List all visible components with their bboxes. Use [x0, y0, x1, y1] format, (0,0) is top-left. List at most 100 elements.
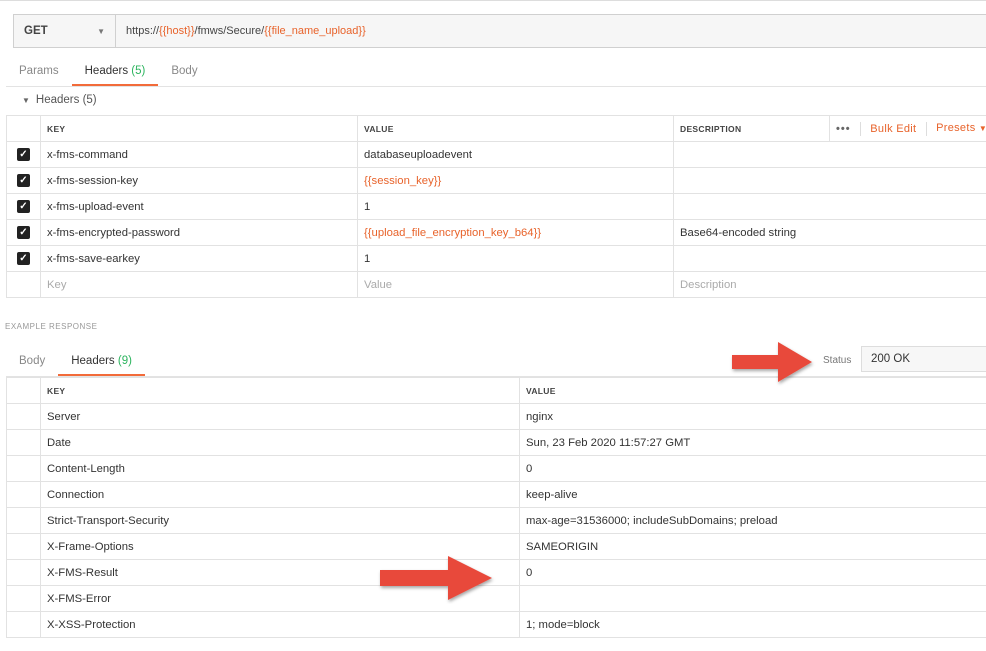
description-column-header: DESCRIPTION [673, 115, 830, 142]
chevron-down-icon: ▼ [97, 26, 105, 36]
url-input[interactable]: https://{{host}}/fmws/Secure/{{file_name… [116, 25, 366, 37]
response-tabs: Body Headers (9) [6, 346, 145, 376]
header-description-cell[interactable] [673, 245, 986, 272]
presets-label: Presets [936, 122, 976, 135]
response-header-value-cell: 0 [519, 455, 986, 482]
tab-count-badge: (9) [117, 355, 132, 367]
divider [925, 121, 927, 136]
response-header-key-cell: X-XSS-Protection [40, 611, 520, 638]
row-checkbox-cell[interactable]: ✓ [6, 193, 41, 220]
tab-params[interactable]: Params [6, 56, 72, 86]
checkbox-checked[interactable]: ✓ [17, 200, 30, 213]
tab-label: Body [19, 355, 46, 367]
table-row: Connection keep-alive [6, 481, 986, 508]
table-row: ✓ x-fms-save-earkey 1 [6, 245, 986, 272]
new-description-input[interactable]: Description [673, 271, 986, 298]
new-key-input[interactable]: Key [40, 271, 358, 298]
method-select[interactable]: GET ▼ [14, 15, 116, 47]
row-spacer-cell [6, 507, 41, 534]
headers-section-toggle[interactable]: ▼ Headers (5) [22, 94, 97, 106]
checkbox-column-header [6, 115, 41, 142]
response-header-value-cell: nginx [519, 403, 986, 430]
tab-headers[interactable]: Headers (5) [71, 56, 159, 86]
status-input[interactable]: 200 OK [861, 346, 986, 372]
row-spacer-cell [6, 611, 41, 638]
bulk-edit-button[interactable]: Bulk Edit [870, 122, 916, 134]
response-header-key-cell: Connection [40, 481, 520, 508]
header-description-cell[interactable] [673, 141, 986, 168]
annotation-arrow-result [380, 556, 492, 600]
row-checkbox-cell[interactable]: ✓ [6, 245, 41, 272]
response-header-key-cell: Date [40, 429, 520, 456]
response-header-value-cell: SAMEORIGIN [519, 533, 986, 560]
table-row: Strict-Transport-Security max-age=3153600… [6, 507, 986, 534]
response-header-key-cell: Strict-Transport-Security [40, 507, 520, 534]
response-header-value-cell: max-age=31536000; includeSubDomains; pre… [519, 507, 986, 534]
header-key-cell[interactable]: x-fms-encrypted-password [40, 219, 358, 246]
tab-label: Params [19, 65, 59, 77]
tab-headers[interactable]: Headers (9) [58, 346, 145, 376]
row-checkbox-cell[interactable]: ✓ [6, 167, 41, 194]
tab-label: Headers [71, 355, 115, 367]
request-tabs: Params Headers (5) Body [6, 56, 211, 86]
row-spacer-cell [6, 481, 41, 508]
header-key-cell[interactable]: x-fms-session-key [40, 167, 358, 194]
response-header-value-cell [519, 585, 986, 612]
request-url-bar: GET ▼ https://{{host}}/fmws/Secure/{{fil… [13, 14, 986, 48]
response-header-value-cell: Sun, 23 Feb 2020 11:57:27 GMT [519, 429, 986, 456]
presets-button[interactable]: Presets ▼ [936, 122, 986, 134]
checkbox-checked[interactable]: ✓ [17, 174, 30, 187]
header-description-cell[interactable]: Base64-encoded string [673, 219, 986, 246]
header-value-cell[interactable]: 1 [357, 245, 674, 272]
table-row: Content-Length 0 [6, 455, 986, 482]
new-header-row: Key Value Description [6, 271, 986, 298]
table-row: Date Sun, 23 Feb 2020 11:57:27 GMT [6, 429, 986, 456]
table-row: Server nginx [6, 403, 986, 430]
request-headers-table: KEY VALUE DESCRIPTION ••• Bulk Edit Pres… [6, 115, 986, 298]
header-value-cell[interactable]: 1 [357, 193, 674, 220]
table-row: X-XSS-Protection 1; mode=block [6, 611, 986, 638]
header-key-cell[interactable]: x-fms-upload-event [40, 193, 358, 220]
key-column-header: KEY [40, 377, 520, 404]
row-checkbox-cell[interactable]: ✓ [6, 141, 41, 168]
response-header-value-cell: 1; mode=block [519, 611, 986, 638]
checkbox-column-header [6, 377, 41, 404]
more-options-icon[interactable]: ••• [836, 122, 851, 134]
row-checkbox-cell [6, 271, 41, 298]
tab-count-badge: (5) [131, 65, 146, 77]
row-checkbox-cell[interactable]: ✓ [6, 219, 41, 246]
status-label: Status [823, 355, 852, 366]
header-value-cell[interactable]: {{session_key}} [357, 167, 674, 194]
url-variable: {{file_name_upload}} [264, 25, 366, 37]
check-icon: ✓ [19, 253, 28, 264]
table-actions: ••• Bulk Edit Presets ▼ [829, 115, 986, 142]
checkbox-checked[interactable]: ✓ [17, 226, 30, 239]
url-text: /fmws/Secure/ [194, 25, 265, 37]
method-label: GET [24, 25, 48, 37]
check-icon: ✓ [19, 201, 28, 212]
response-header-key-cell: Content-Length [40, 455, 520, 482]
checkbox-checked[interactable]: ✓ [17, 148, 30, 161]
header-key-cell[interactable]: x-fms-command [40, 141, 358, 168]
table-row: ✓ x-fms-upload-event 1 [6, 193, 986, 220]
checkbox-checked[interactable]: ✓ [17, 252, 30, 265]
header-key-cell[interactable]: x-fms-save-earkey [40, 245, 358, 272]
divider [859, 121, 861, 136]
caret-down-icon: ▼ [22, 95, 30, 105]
caret-down-icon: ▼ [979, 124, 986, 133]
value-column-header: VALUE [357, 115, 674, 142]
table-row: ✓ x-fms-encrypted-password {{upload_file_e… [6, 219, 986, 246]
row-spacer-cell [6, 559, 41, 586]
header-description-cell[interactable] [673, 193, 986, 220]
table-row: ✓ x-fms-command databaseuploadevent [6, 141, 986, 168]
header-value-cell[interactable]: databaseuploadevent [357, 141, 674, 168]
new-value-input[interactable]: Value [357, 271, 674, 298]
table-row: ✓ x-fms-session-key {{session_key}} [6, 167, 986, 194]
tab-body[interactable]: Body [6, 346, 58, 376]
tab-body[interactable]: Body [158, 56, 210, 86]
header-value-cell[interactable]: {{upload_file_encryption_key_b64}} [357, 219, 674, 246]
row-spacer-cell [6, 455, 41, 482]
header-description-cell[interactable] [673, 167, 986, 194]
row-spacer-cell [6, 403, 41, 430]
response-header-value-cell: keep-alive [519, 481, 986, 508]
